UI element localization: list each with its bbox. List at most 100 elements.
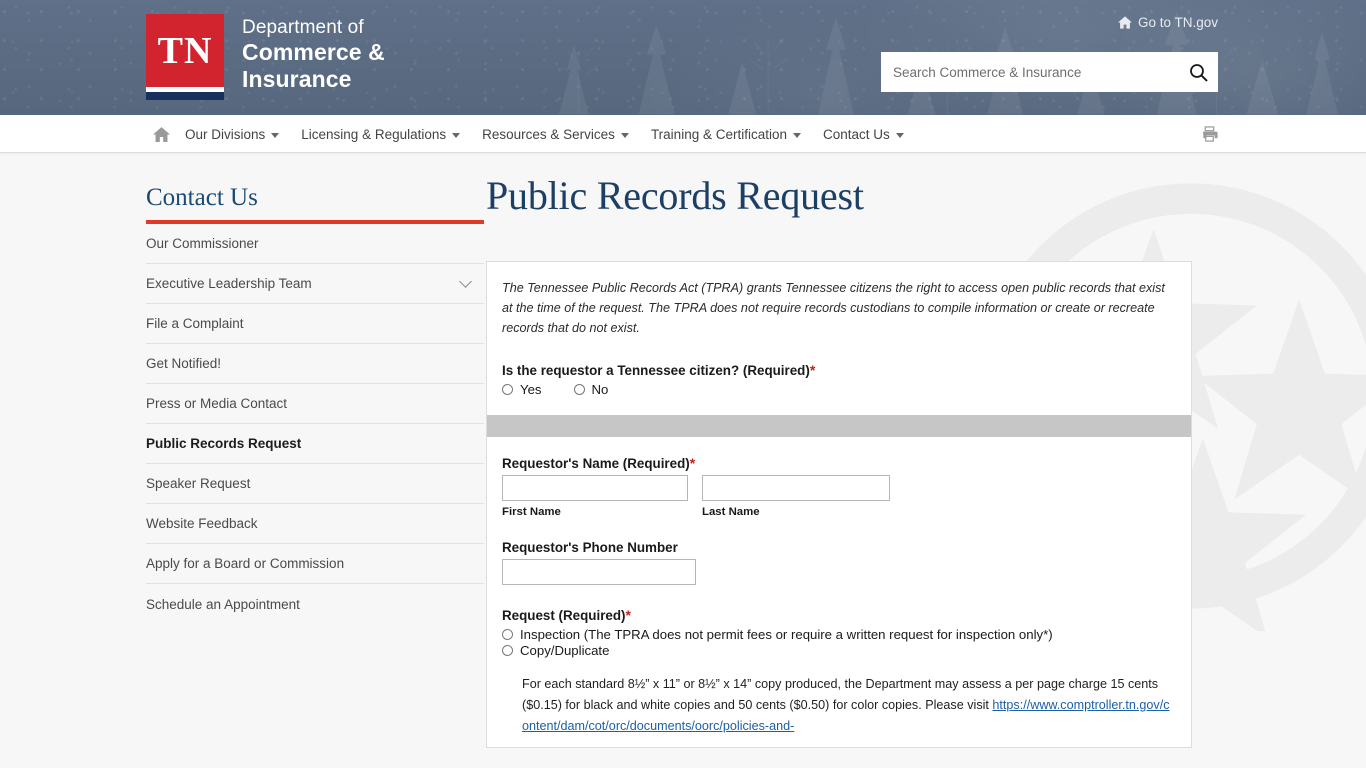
site-brand[interactable]: TN Department of Commerce & Insurance — [146, 14, 385, 100]
sidebar-item-label: File a Complaint — [146, 316, 244, 331]
radio-circle-icon[interactable] — [573, 384, 585, 395]
chevron-down-icon — [895, 132, 904, 138]
citizen-radio-no[interactable]: No — [573, 382, 609, 397]
required-asterisk: * — [625, 607, 631, 623]
last-name-group: Last Name — [702, 475, 890, 518]
chevron-down-icon — [620, 132, 629, 138]
agency-name-line3: Insurance — [242, 66, 352, 92]
print-page-button[interactable] — [1201, 126, 1218, 142]
nav-item-licensing-regulations[interactable]: Licensing & Regulations — [290, 115, 471, 153]
required-asterisk: * — [809, 362, 816, 378]
main-navigation: Our Divisions Licensing & Regulations Re… — [0, 115, 1366, 153]
sidebar-item-press-or-media-contact[interactable]: Press or Media Contact — [146, 384, 484, 424]
tn-state-logo: TN — [146, 14, 224, 100]
phone-label: Requestor's Phone Number — [502, 540, 678, 555]
form-section-divider — [487, 415, 1191, 437]
sidebar-item-label: Press or Media Contact — [146, 396, 288, 411]
request-type-radio-copy-duplicate[interactable]: Copy/Duplicate — [502, 643, 1176, 658]
sidebar-item-our-commissioner[interactable]: Our Commissioner — [146, 224, 484, 264]
first-name-sublabel: First Name — [502, 506, 561, 518]
sidebar-item-get-notified[interactable]: Get Notified! — [146, 344, 484, 384]
request-type-group: Request (Required)* Inspection (The TPRA… — [502, 607, 1176, 737]
chevron-down-icon — [452, 132, 461, 138]
go-to-tngov-link[interactable]: Go to TN.gov — [1117, 15, 1218, 30]
search-input[interactable] — [881, 53, 1178, 91]
public-records-request-form: The Tennessee Public Records Act (TPRA) … — [486, 261, 1192, 748]
citizen-question-label: Is the requestor a Tennessee citizen? (R… — [502, 362, 1176, 378]
last-name-sublabel: Last Name — [702, 506, 760, 518]
tn-logo-navy-bar — [146, 92, 224, 100]
nav-item-our-divisions[interactable]: Our Divisions — [174, 115, 290, 153]
page-title: Public Records Request — [486, 173, 864, 218]
required-asterisk: * — [689, 455, 696, 471]
home-icon — [1117, 16, 1132, 29]
citizen-radio-group: Yes No — [502, 382, 1176, 397]
chevron-down-icon — [459, 275, 472, 288]
sidebar-item-label: Website Feedback — [146, 516, 258, 531]
sidebar-item-label: Executive Leadership Team — [146, 276, 312, 291]
agency-name: Department of Commerce & Insurance — [242, 14, 385, 93]
nav-item-label: Training & Certification — [650, 126, 787, 142]
first-name-group: First Name — [502, 475, 688, 518]
sidebar-item-schedule-an-appointment[interactable]: Schedule an Appointment — [146, 584, 484, 624]
sidebar-item-speaker-request[interactable]: Speaker Request — [146, 464, 484, 504]
sidebar-item-label: Our Commissioner — [146, 236, 259, 251]
sidebar-item-label: Speaker Request — [146, 476, 251, 491]
main-content: Public Records Request The Tennessee Pub… — [486, 153, 1366, 748]
sidebar-title: Contact Us — [146, 184, 258, 211]
citizen-radio-yes-label: Yes — [520, 382, 542, 397]
sidebar-item-label: Get Notified! — [146, 356, 222, 371]
nav-item-label: Contact Us — [823, 126, 890, 142]
radio-circle-icon[interactable] — [502, 629, 513, 640]
tn-logo-text: TN — [157, 29, 213, 72]
contact-us-sidebar: Contact Us Our Commissioner Executive Le… — [146, 153, 486, 748]
citizen-radio-no-label: No — [591, 382, 609, 397]
tn-logo-square: TN — [146, 14, 224, 87]
sidebar-item-executive-leadership-team[interactable]: Executive Leadership Team — [146, 264, 484, 304]
agency-name-line1: Department of — [242, 17, 364, 38]
nav-item-contact-us[interactable]: Contact Us — [812, 115, 915, 153]
agency-name-line2: Commerce & — [242, 39, 385, 65]
request-type-text: Request (Required) — [502, 608, 626, 623]
nav-item-resources-services[interactable]: Resources & Services — [471, 115, 640, 153]
printer-icon — [1202, 126, 1218, 142]
requestor-name-row: First Name Last Name — [502, 475, 1176, 518]
search-button[interactable] — [1178, 52, 1218, 92]
request-type-copy-label: Copy/Duplicate — [520, 643, 610, 658]
sidebar-item-apply-for-a-board-or-commission[interactable]: Apply for a Board or Commission — [146, 544, 484, 584]
first-name-input[interactable] — [502, 475, 688, 501]
nav-home-button[interactable] — [148, 115, 174, 153]
sidebar-item-label: Public Records Request — [146, 436, 302, 451]
citizen-question-text: Is the requestor a Tennessee citizen? (R… — [502, 363, 810, 378]
form-intro-section: The Tennessee Public Records Act (TPRA) … — [487, 262, 1191, 407]
radio-circle-icon[interactable] — [502, 384, 513, 395]
last-name-input[interactable] — [702, 475, 890, 501]
citizen-radio-yes[interactable]: Yes — [502, 382, 542, 397]
request-type-radio-inspection[interactable]: Inspection (The TPRA does not permit fee… — [502, 627, 1176, 642]
tpra-intro-text: The Tennessee Public Records Act (TPRA) … — [502, 281, 1165, 335]
nav-item-label: Licensing & Regulations — [301, 126, 447, 142]
site-header: TN Department of Commerce & Insurance Go… — [0, 0, 1366, 115]
radio-circle-icon[interactable] — [502, 645, 513, 656]
sidebar-item-website-feedback[interactable]: Website Feedback — [146, 504, 484, 544]
search-icon — [1189, 63, 1207, 81]
requestor-name-label: Requestor's Name (Required)* — [502, 455, 1176, 471]
phone-group: Requestor's Phone Number — [502, 540, 1176, 585]
request-type-inspection-label: Inspection (The TPRA does not permit fee… — [520, 627, 1053, 642]
sidebar-item-label: Schedule an Appointment — [146, 596, 300, 612]
requestor-name-text: Requestor's Name (Required) — [502, 456, 690, 471]
sidebar-item-public-records-request[interactable]: Public Records Request — [146, 424, 484, 464]
sidebar-item-label: Apply for a Board or Commission — [146, 556, 345, 571]
home-icon — [152, 126, 170, 142]
go-to-tngov-label: Go to TN.gov — [1137, 15, 1218, 30]
page-body: Contact Us Our Commissioner Executive Le… — [0, 153, 1366, 768]
copy-fee-note: For each standard 8½” x 11” or 8½” x 14”… — [522, 674, 1170, 737]
site-search[interactable] — [881, 52, 1218, 92]
requestor-fields-section: Requestor's Name (Required)* First Name … — [487, 437, 1191, 747]
nav-item-label: Resources & Services — [482, 126, 615, 142]
phone-input[interactable] — [502, 559, 696, 585]
request-type-label: Request (Required)* — [502, 607, 1176, 623]
chevron-down-icon — [793, 132, 801, 138]
sidebar-item-file-a-complaint[interactable]: File a Complaint — [146, 304, 484, 344]
nav-item-training-certification[interactable]: Training & Certification — [640, 115, 812, 153]
